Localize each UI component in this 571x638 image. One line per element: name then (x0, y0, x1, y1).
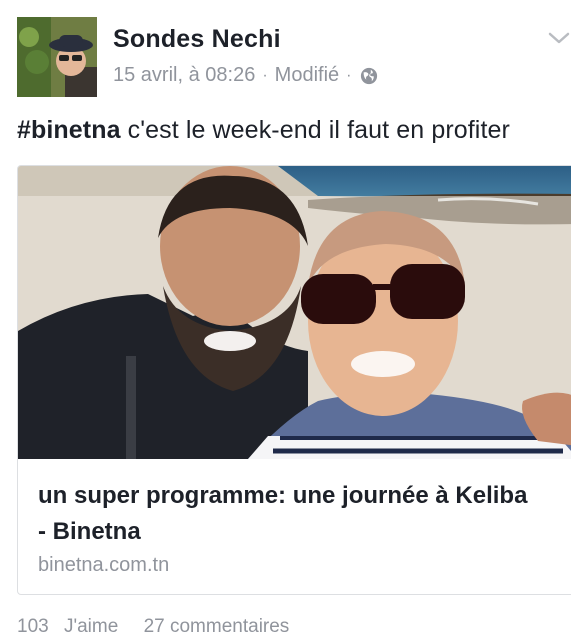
link-preview-card[interactable]: un super programme: une journée à Keliba… (17, 165, 571, 595)
link-preview-title[interactable]: un super programme: une journée à Keliba… (38, 478, 538, 550)
author-name[interactable]: Sondes Nechi (113, 25, 281, 54)
status-body: c'est le week-end il faut en profiter (120, 116, 510, 144)
avatar-photo (17, 17, 97, 97)
chevron-down-icon[interactable] (547, 28, 571, 48)
post-timestamp[interactable]: 15 avril, à 08:26 (113, 64, 255, 87)
likes-number: 103 (17, 616, 49, 637)
meta-separator: · (262, 66, 268, 84)
link-preview-domain: binetna.com.tn (38, 554, 170, 576)
edited-label[interactable]: Modifié (275, 64, 339, 87)
hashtag-link[interactable]: #binetna (17, 116, 121, 144)
post-meta: 15 avril, à 08:26 · Modifié · (113, 64, 378, 87)
author-avatar[interactable] (17, 17, 97, 97)
likes-count[interactable]: 103 J'aime (17, 616, 128, 637)
post-status-text: #binetna c'est le week-end il faut en pr… (17, 116, 510, 145)
globe-icon[interactable] (360, 67, 378, 85)
likes-label: J'aime (63, 616, 119, 637)
meta-separator: · (346, 66, 352, 84)
link-preview-image[interactable] (18, 166, 571, 459)
reactions-bar: 103 J'aime 27 commentaires (17, 616, 299, 638)
comments-count[interactable]: 27 commentaires (144, 616, 290, 637)
